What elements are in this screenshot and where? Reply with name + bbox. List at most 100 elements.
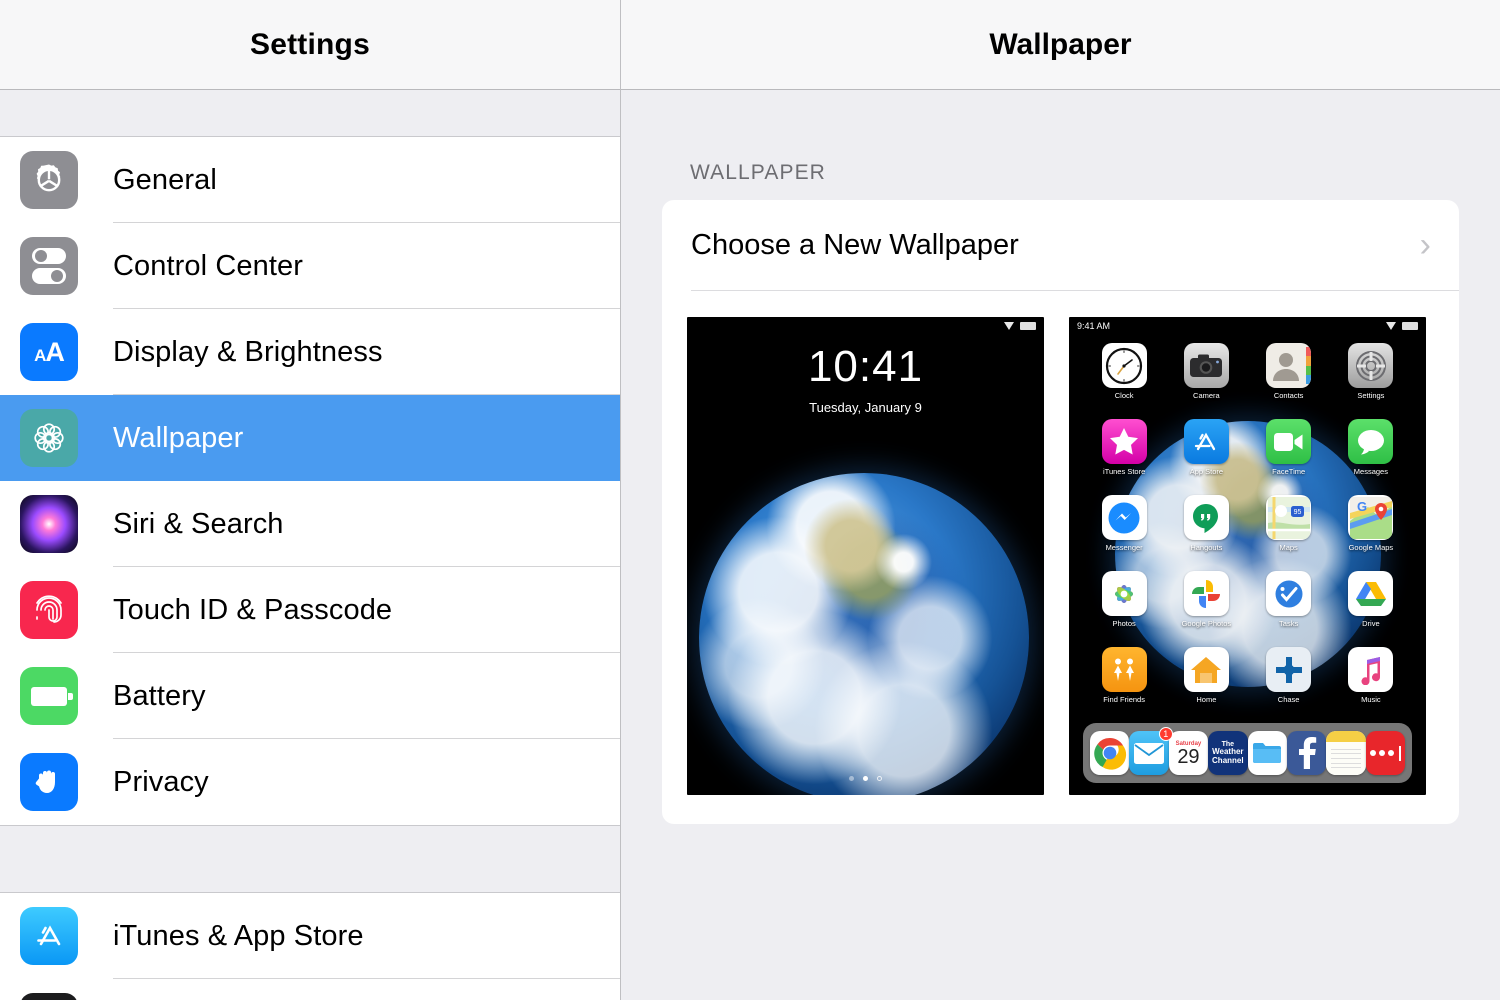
sidebar-item-label: iTunes & App Store (113, 919, 364, 952)
sidebar-item-wallet[interactable] (0, 979, 620, 1000)
svg-text:95: 95 (1293, 509, 1301, 516)
page-dot (877, 776, 882, 781)
home-status-right (1386, 321, 1418, 330)
dock-icon-files[interactable] (1247, 731, 1287, 775)
app-icon-messenger[interactable]: Messenger (1083, 495, 1165, 552)
wifi-icon (1386, 321, 1397, 330)
app-icon-camera[interactable]: Camera (1165, 343, 1247, 400)
app-label: Clock (1114, 391, 1134, 400)
svg-text:G: G (1357, 499, 1367, 514)
app-store-icon (1183, 419, 1229, 464)
app-icon-find-friends[interactable]: Find Friends (1083, 647, 1165, 704)
sidebar-item-privacy[interactable]: Privacy (0, 739, 620, 825)
app-icon-photos[interactable]: Photos (1083, 571, 1165, 628)
app-icon-contacts[interactable]: Contacts (1248, 343, 1330, 400)
sidebar-item-display-brightness[interactable]: AA Display & Brightness (0, 309, 620, 395)
settings-sidebar: Settings General Control Center AA Displ… (0, 0, 621, 1000)
chevron-right-icon: › (1419, 226, 1431, 264)
sidebar-item-control-center[interactable]: Control Center (0, 223, 620, 309)
app-icon-itunes-store[interactable]: iTunes Store (1083, 419, 1165, 476)
sidebar-item-label: Privacy (113, 765, 209, 798)
sidebar-item-label: Control Center (113, 249, 303, 282)
page-title: Settings (250, 27, 370, 61)
home-status-time: 9:41 AM (1077, 320, 1111, 331)
sidebar-item-siri-search[interactable]: Siri & Search (0, 481, 620, 567)
sidebar-item-label: Siri & Search (113, 507, 284, 540)
contacts-icon (1266, 343, 1312, 388)
sidebar-item-itunes-app-store[interactable]: iTunes & App Store (0, 893, 620, 979)
battery-icon (20, 667, 78, 725)
lock-screen-preview[interactable]: 10:41 Tuesday, January 9 (687, 317, 1044, 795)
find-friends-icon (1101, 647, 1147, 692)
app-icon-hangouts[interactable]: Hangouts (1165, 495, 1247, 552)
sidebar-item-battery[interactable]: Battery (0, 653, 620, 739)
app-label: Google Photos (1181, 619, 1232, 628)
sidebar-item-touch-id-passcode[interactable]: Touch ID & Passcode (0, 567, 620, 653)
sidebar-item-wallpaper[interactable]: Wallpaper (0, 395, 620, 481)
app-icon-home[interactable]: Home (1165, 647, 1247, 704)
page-dot-active (863, 776, 868, 781)
app-label: Messenger (1105, 543, 1143, 552)
gear-icon (20, 151, 78, 209)
choose-new-wallpaper-label: Choose a New Wallpaper (691, 228, 1019, 261)
home-icon (1183, 647, 1229, 692)
music-icon (1348, 647, 1394, 692)
app-icon-drive[interactable]: Drive (1330, 571, 1412, 628)
app-label: Home (1196, 695, 1217, 704)
sidebar-group-gap-middle (0, 825, 620, 893)
choose-new-wallpaper-row[interactable]: Choose a New Wallpaper › (662, 200, 1459, 290)
app-label: Settings (1357, 391, 1385, 400)
fingerprint-icon (20, 581, 78, 639)
app-label: Tasks (1279, 619, 1299, 628)
dock-icon-mail[interactable]: 1 (1129, 727, 1173, 775)
maps-icon: 95 (1266, 495, 1312, 540)
sidebar-header: Settings (0, 0, 620, 90)
home-dock: 1 Saturday 29 The Weather Channel (1083, 723, 1412, 783)
app-icon-google-maps[interactable]: G Google Maps (1330, 495, 1412, 552)
siri-icon (20, 495, 78, 553)
app-label: iTunes Store (1103, 467, 1146, 476)
sidebar-item-label: Battery (113, 679, 206, 712)
privacy-hand-icon (20, 753, 78, 811)
control-center-icon (20, 237, 78, 295)
app-label: Maps (1279, 543, 1298, 552)
app-icon-app-store[interactable]: App Store (1165, 419, 1247, 476)
app-label: App Store (1189, 467, 1224, 476)
app-icon-settings[interactable]: Settings (1330, 343, 1412, 400)
sidebar-item-label: Touch ID & Passcode (113, 593, 393, 626)
app-label: Google Maps (1348, 543, 1394, 552)
app-label: FaceTime (1272, 467, 1306, 476)
app-icon-music[interactable]: Music (1330, 647, 1412, 704)
sidebar-item-general[interactable]: General (0, 137, 620, 223)
dock-icon-facebook[interactable] (1286, 731, 1327, 775)
clock-icon (1101, 343, 1147, 388)
app-icon-google-photos[interactable]: Google Photos (1165, 571, 1247, 628)
photos-icon (1101, 571, 1147, 616)
detail-page-title: Wallpaper (989, 27, 1132, 61)
app-label: Drive (1362, 619, 1380, 628)
sidebar-item-label: General (113, 163, 217, 196)
battery-status-icon (1402, 321, 1418, 330)
app-icon-facetime[interactable]: FaceTime (1248, 419, 1330, 476)
home-screen-preview[interactable]: 9:41 AM Clock Camera Contacts Settings i… (1069, 317, 1426, 795)
app-icon-tasks[interactable]: Tasks (1248, 571, 1330, 628)
app-icon-clock[interactable]: Clock (1083, 343, 1165, 400)
sidebar-item-label: Display & Brightness (113, 335, 383, 368)
app-label: Photos (1112, 619, 1136, 628)
app-icon-messages[interactable]: Messages (1330, 419, 1412, 476)
weather-line-3: Channel (1212, 755, 1244, 765)
app-icon-maps[interactable]: 95 Maps (1248, 495, 1330, 552)
dock-icon-weather-channel[interactable]: The Weather Channel (1208, 731, 1248, 775)
dock-icon-calendar[interactable]: Saturday 29 (1168, 731, 1209, 775)
dock-icon-chrome[interactable] (1090, 731, 1130, 775)
app-label: Chase (1277, 695, 1300, 704)
home-app-grid: Clock Camera Contacts Settings iTunes St… (1069, 343, 1426, 704)
dock-icon-notes[interactable] (1326, 731, 1366, 775)
wallpaper-card: Choose a New Wallpaper › 10:41 Tuesday, (662, 200, 1459, 824)
dock-icon-red-dots-app[interactable] (1365, 731, 1405, 775)
lock-status-bar (687, 317, 1044, 334)
home-status-bar: 9:41 AM (1069, 317, 1426, 334)
app-icon-chase[interactable]: Chase (1248, 647, 1330, 704)
sidebar-item-label: Wallpaper (113, 421, 244, 454)
page-dot (849, 776, 854, 781)
